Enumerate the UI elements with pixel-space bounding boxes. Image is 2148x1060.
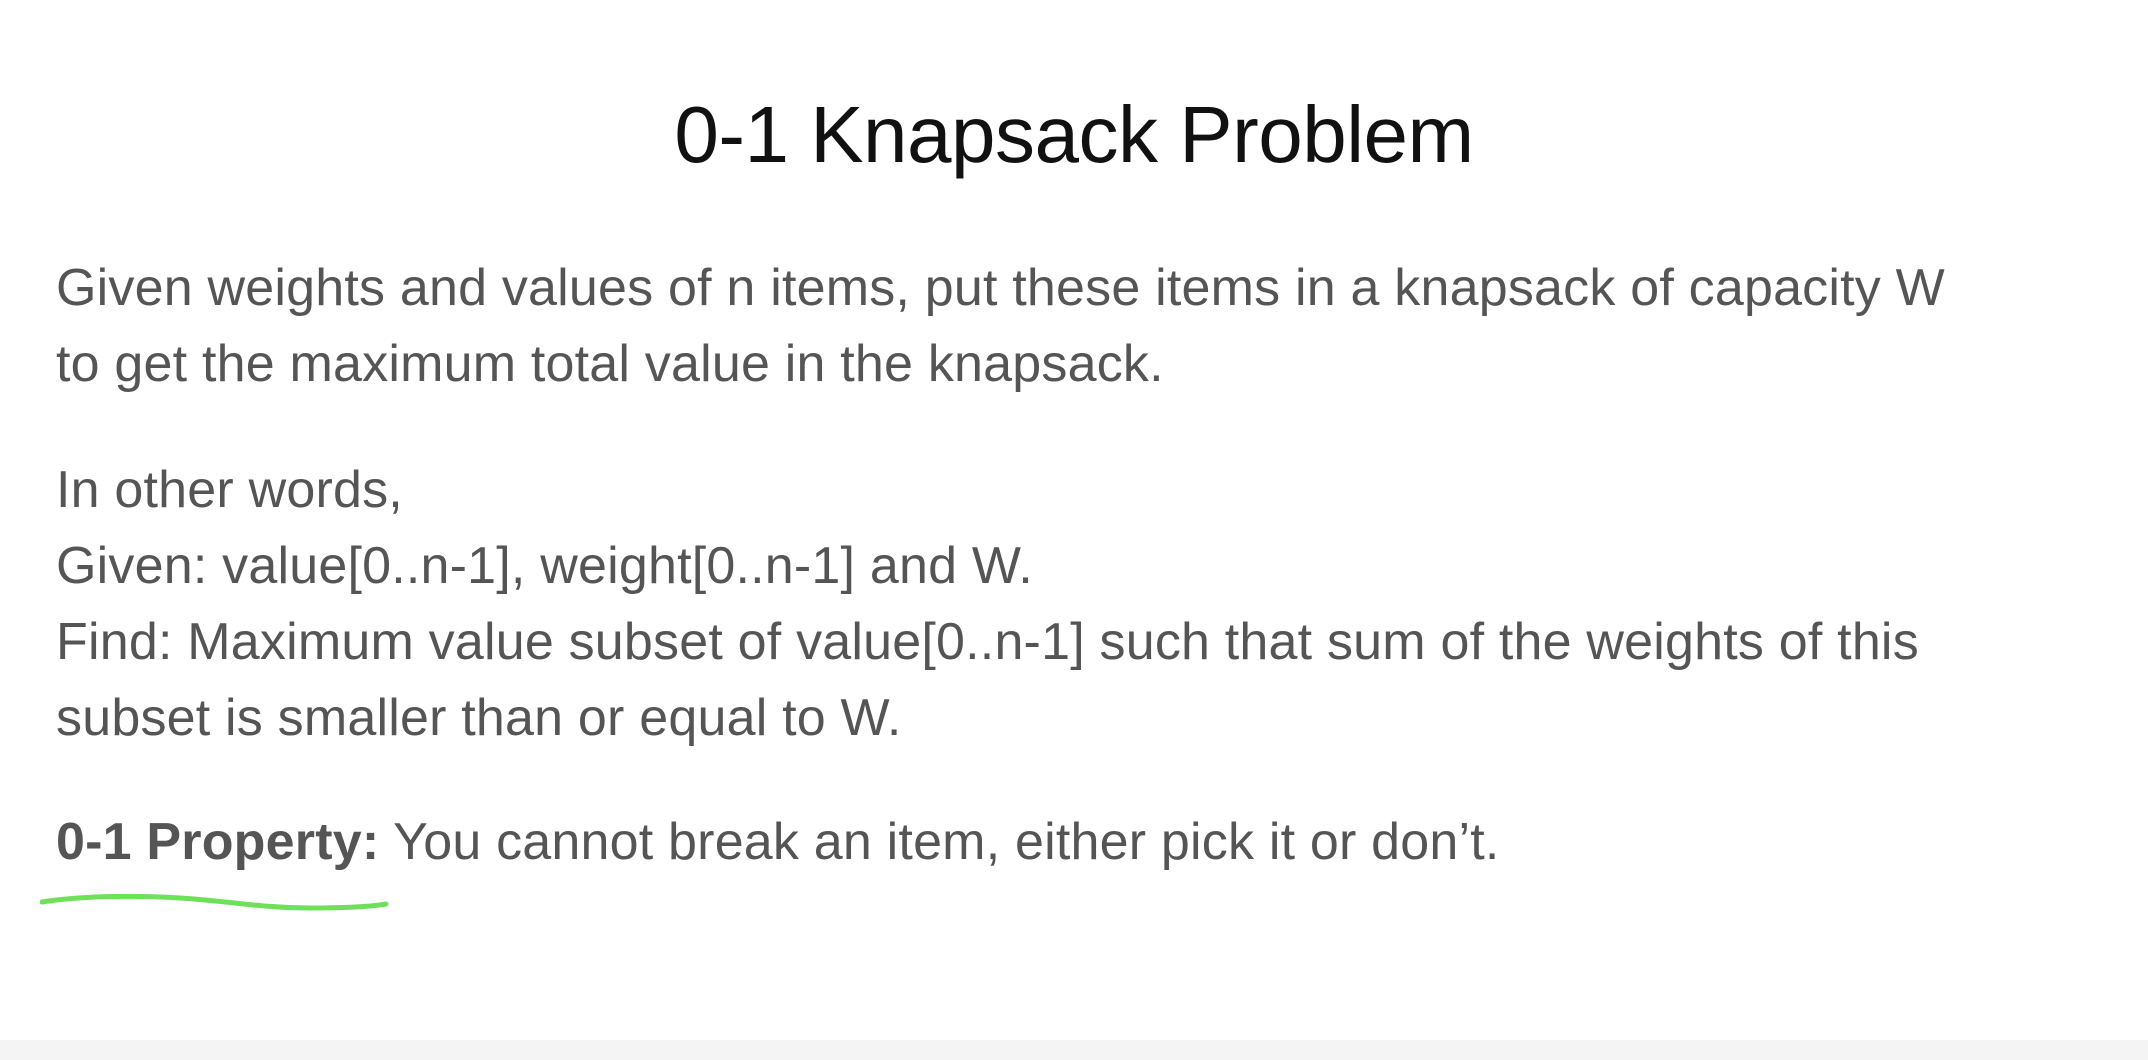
property-label: 0-1 Property: [56,813,380,871]
restatement-intro: In other words, [56,461,403,519]
property-statement: 0-1 Property: You cannot break an item, … [56,804,2106,880]
bottom-band [0,1040,2148,1060]
problem-restatement: In other words, Given: value[0..n-1], we… [56,452,2106,756]
problem-description: Given weights and values of n items, put… [56,250,2106,402]
slide: 0-1 Knapsack Problem Given weights and v… [0,0,2148,1040]
restatement-find-line-2: subset is smaller than or equal to W. [56,689,902,747]
property-text: You cannot break an item, either pick it… [379,813,1500,871]
restatement-find-line-1: Find: Maximum value subset of value[0..n… [56,613,1919,671]
problem-description-line-2: to get the maximum total value in the kn… [56,335,1164,393]
restatement-given: Given: value[0..n-1], weight[0..n-1] and… [56,537,1033,595]
slide-title: 0-1 Knapsack Problem [674,90,1474,179]
problem-description-line-1: Given weights and values of n items, put… [56,259,1945,317]
handwritten-underline-annotation [40,893,389,911]
